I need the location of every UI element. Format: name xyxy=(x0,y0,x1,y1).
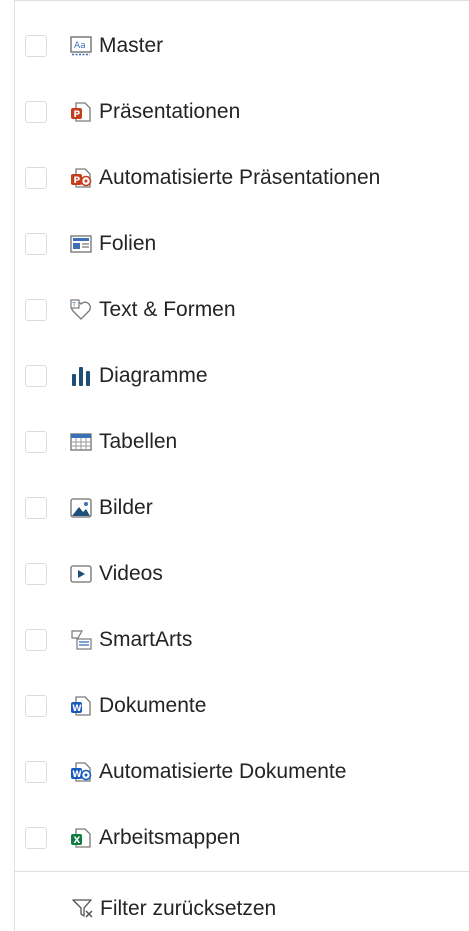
divider xyxy=(15,871,469,872)
master-icon: Aa xyxy=(70,35,92,57)
master-label: Master xyxy=(99,34,164,57)
text-formen-label: Text & Formen xyxy=(99,298,236,321)
powerpoint-icon: P xyxy=(70,101,92,123)
automatisierte-dokumente-label: Automatisierte Dokumente xyxy=(99,760,347,783)
filter-option-automatisierte-praesentationen[interactable]: P Automatisierte Präsentationen xyxy=(25,158,380,198)
automatisierte-praesentationen-label: Automatisierte Präsentationen xyxy=(99,166,381,189)
filter-option-dokumente[interactable]: W Dokumente xyxy=(25,686,206,726)
text-shapes-icon: T xyxy=(70,299,92,321)
table-icon xyxy=(70,431,92,453)
svg-text:W: W xyxy=(72,704,82,714)
videos-checkbox[interactable] xyxy=(25,563,47,585)
diagramme-checkbox[interactable] xyxy=(25,365,47,387)
filter-option-videos[interactable]: Videos xyxy=(25,554,163,594)
slide-icon xyxy=(70,233,92,255)
arbeitsmappen-checkbox[interactable] xyxy=(25,827,47,849)
filter-option-master[interactable]: Aa Master xyxy=(25,26,163,66)
dokumente-checkbox[interactable] xyxy=(25,695,47,717)
tabellen-label: Tabellen xyxy=(99,430,178,453)
reset-filter-label: Filter zurücksetzen xyxy=(100,897,277,920)
chart-icon xyxy=(70,365,92,387)
bilder-label: Bilder xyxy=(99,496,153,519)
filter-option-diagramme[interactable]: Diagramme xyxy=(25,356,208,396)
folien-checkbox[interactable] xyxy=(25,233,47,255)
automatisierte-dokumente-checkbox[interactable] xyxy=(25,761,47,783)
svg-text:Aa: Aa xyxy=(74,41,86,51)
svg-text:X: X xyxy=(73,836,80,846)
svg-text:W: W xyxy=(72,770,82,780)
svg-text:T: T xyxy=(71,302,76,309)
automated-word-icon: W xyxy=(70,761,92,783)
master-checkbox[interactable] xyxy=(25,35,47,57)
filter-option-bilder[interactable]: Bilder xyxy=(25,488,153,528)
dokumente-label: Dokumente xyxy=(99,694,207,717)
smartart-icon xyxy=(70,629,92,651)
filter-reset-icon xyxy=(72,898,94,920)
filter-option-folien[interactable]: Folien xyxy=(25,224,156,264)
svg-text:P: P xyxy=(74,176,81,186)
smartarts-label: SmartArts xyxy=(99,628,193,651)
praesentationen-label: Präsentationen xyxy=(99,100,241,123)
videos-label: Videos xyxy=(99,562,163,585)
text-formen-checkbox[interactable] xyxy=(25,299,47,321)
bilder-checkbox[interactable] xyxy=(25,497,47,519)
filter-option-automatisierte-dokumente[interactable]: W Automatisierte Dokumente xyxy=(25,752,346,792)
diagramme-label: Diagramme xyxy=(99,364,208,387)
tabellen-checkbox[interactable] xyxy=(25,431,47,453)
word-icon: W xyxy=(70,695,92,717)
svg-text:P: P xyxy=(74,110,81,120)
filter-option-arbeitsmappen[interactable]: X Arbeitsmappen xyxy=(25,818,240,858)
automated-powerpoint-icon: P xyxy=(70,167,92,189)
image-icon xyxy=(70,497,92,519)
excel-icon: X xyxy=(70,827,92,849)
video-icon xyxy=(70,563,92,585)
automatisierte-praesentationen-checkbox[interactable] xyxy=(25,167,47,189)
filter-panel: Aa Master P Präsentationen P Automatisie… xyxy=(14,0,469,931)
smartarts-checkbox[interactable] xyxy=(25,629,47,651)
arbeitsmappen-label: Arbeitsmappen xyxy=(99,826,241,849)
filter-option-text-formen[interactable]: T Text & Formen xyxy=(25,290,236,330)
reset-filter-button[interactable]: Filter zurücksetzen xyxy=(72,889,276,929)
folien-label: Folien xyxy=(99,232,157,255)
filter-option-smartarts[interactable]: SmartArts xyxy=(25,620,192,660)
filter-option-praesentationen[interactable]: P Präsentationen xyxy=(25,92,240,132)
praesentationen-checkbox[interactable] xyxy=(25,101,47,123)
filter-option-tabellen[interactable]: Tabellen xyxy=(25,422,177,462)
